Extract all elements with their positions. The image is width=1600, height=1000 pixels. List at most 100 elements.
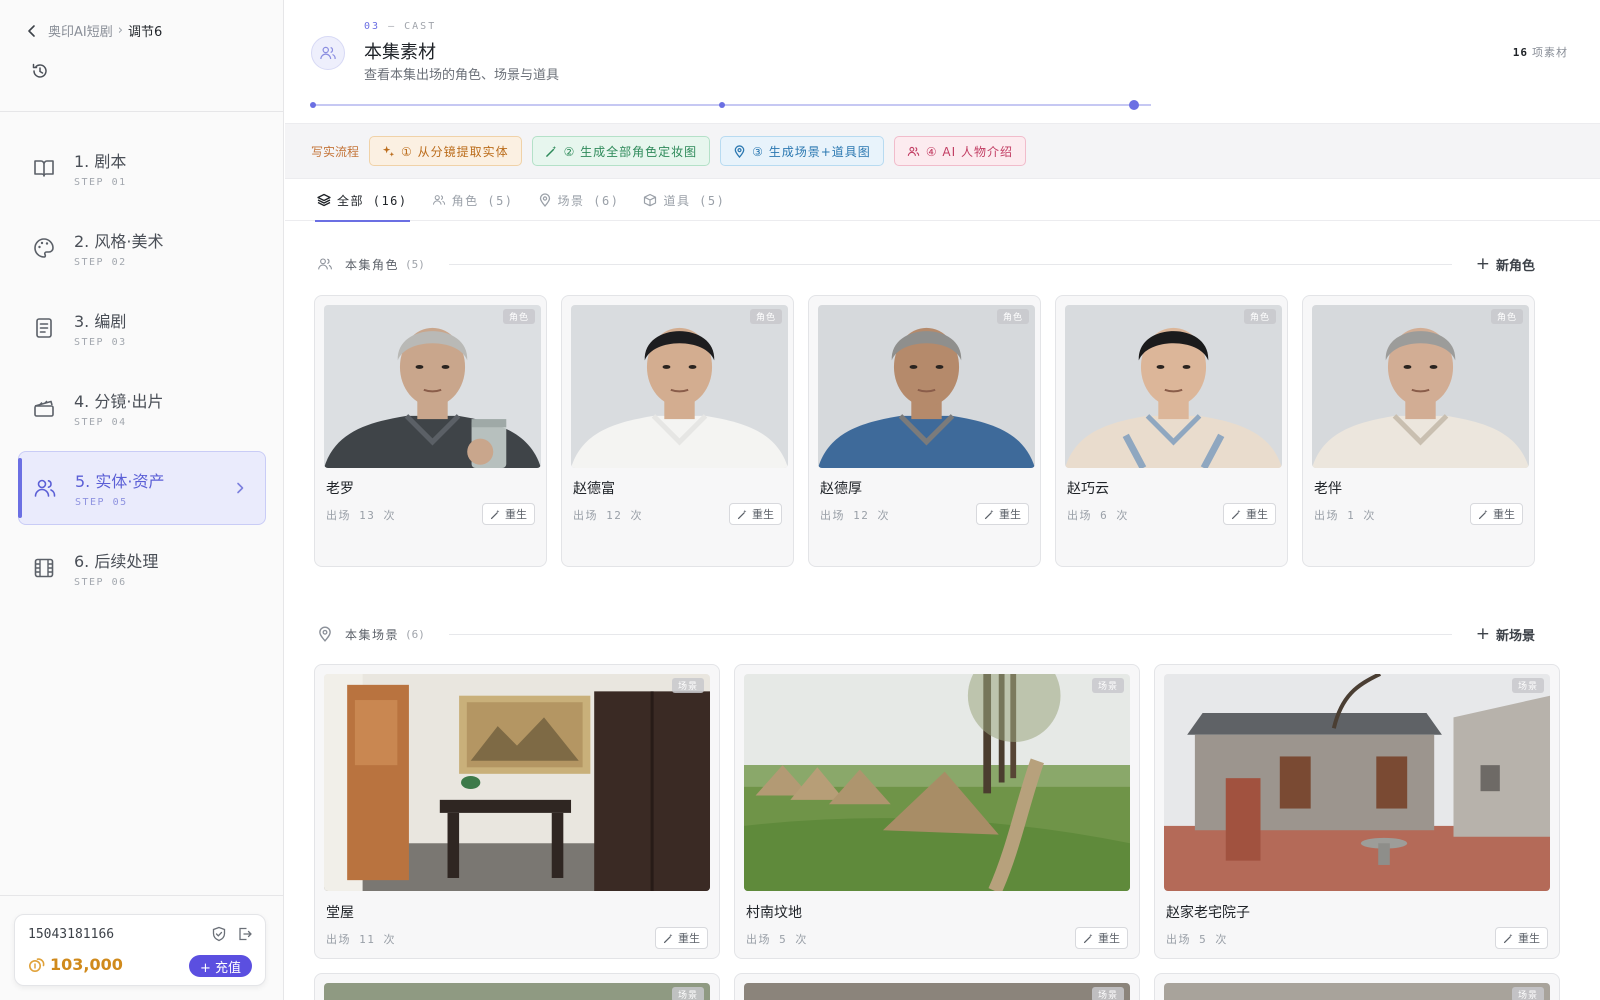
magic-wand-icon bbox=[663, 933, 674, 944]
add-scene-button[interactable]: + 新场景 bbox=[1476, 624, 1535, 644]
regenerate-button[interactable]: 重生 bbox=[1223, 503, 1276, 525]
scene-card[interactable]: 场景 堂屋 出场 11 次 重生 bbox=[314, 664, 720, 959]
progress-dot bbox=[310, 102, 316, 108]
step-style-art[interactable]: 2. 风格·美术 STEP 02 bbox=[18, 211, 266, 285]
page-subtitle: 查看本集出场的角色、场景与道具 bbox=[364, 68, 560, 83]
scene-card[interactable]: 场景 bbox=[1154, 973, 1560, 1000]
users-icon bbox=[33, 476, 57, 500]
character-card[interactable]: 角色 老罗 出场 13 次 重生 bbox=[314, 295, 547, 567]
regenerate-button[interactable]: 重生 bbox=[482, 503, 535, 525]
character-card[interactable]: 角色 赵德厚 出场 12 次 重生 bbox=[808, 295, 1041, 567]
step-title: 5. 实体·资产 bbox=[75, 472, 165, 491]
scene-card[interactable]: 场景 赵家老宅院子 出场 5 次 重生 bbox=[1154, 664, 1560, 959]
step-title: 4. 分镜·出片 bbox=[74, 392, 164, 411]
scene-card[interactable]: 场景 bbox=[734, 973, 1140, 1000]
regenerate-button[interactable]: 重生 bbox=[1470, 503, 1523, 525]
characters-section-header: 本集角色 (5) + 新角色 bbox=[317, 252, 1535, 276]
scene-card[interactable]: 场景 bbox=[314, 973, 720, 1000]
tab-props[interactable]: 道具 (5) bbox=[643, 179, 725, 221]
type-badge: 角色 bbox=[996, 309, 1029, 324]
character-card[interactable]: 角色 赵德富 出场 12 次 重生 bbox=[561, 295, 794, 567]
logout-icon[interactable] bbox=[237, 926, 253, 942]
character-portrait: 角色 bbox=[1065, 305, 1282, 468]
scene-card[interactable]: 场景 村南坟地 出场 5 次 重生 bbox=[734, 664, 1140, 959]
back-chevron-icon[interactable] bbox=[24, 23, 40, 39]
type-badge: 角色 bbox=[1243, 309, 1276, 324]
step-title: 2. 风格·美术 bbox=[74, 232, 164, 251]
chip-label: ③ 生成场景+道具图 bbox=[752, 144, 871, 159]
regenerate-label: 重生 bbox=[1518, 932, 1540, 945]
character-name: 赵德富 bbox=[573, 481, 615, 497]
regenerate-label: 重生 bbox=[999, 508, 1021, 521]
type-badge: 场景 bbox=[1511, 987, 1544, 1000]
sidebar: 奥印AI短剧 › 调节6 1. 剧本 STEP 01 2. 风格·美术 STEP 0… bbox=[0, 0, 284, 1000]
map-pin-icon bbox=[733, 144, 746, 158]
regenerate-button[interactable]: 重生 bbox=[729, 503, 782, 525]
header-kicker: 03 — CAST bbox=[364, 21, 436, 32]
section-title: 本集场景 bbox=[345, 627, 400, 642]
tab-characters[interactable]: 角色 (5) bbox=[432, 179, 514, 221]
tab-scenes[interactable]: 场景 (6) bbox=[538, 179, 620, 221]
step-entity-assets[interactable]: 5. 实体·资产 STEP 05 bbox=[18, 451, 266, 525]
appearance-count: 出场 6 次 bbox=[1067, 509, 1129, 522]
generate-scenes-props-button[interactable]: ③ 生成场景+道具图 bbox=[720, 136, 884, 166]
scene-image: 场景 bbox=[744, 983, 1130, 1000]
main-content: 03 — CAST 本集素材 查看本集出场的角色、场景与道具 16 项素材 写实流… bbox=[285, 0, 1600, 1000]
scene-image: 场景 bbox=[324, 674, 710, 891]
tab-label: 全部 (16) bbox=[337, 193, 408, 208]
ai-character-intro-button[interactable]: ④ AI 人物介绍 bbox=[893, 136, 1026, 166]
step-script[interactable]: 1. 剧本 STEP 01 bbox=[18, 131, 266, 205]
scene-image: 场景 bbox=[744, 674, 1130, 891]
recharge-button[interactable]: + 充值 bbox=[188, 955, 252, 977]
appearance-count: 出场 5 次 bbox=[1166, 933, 1228, 946]
magic-wand-icon bbox=[1231, 509, 1242, 520]
section-count: (5) bbox=[405, 257, 425, 271]
character-name: 赵德厚 bbox=[820, 481, 862, 497]
appearance-count: 出场 11 次 bbox=[326, 933, 396, 946]
appearance-count: 出场 5 次 bbox=[746, 933, 808, 946]
palette-icon bbox=[32, 236, 56, 260]
users-icon bbox=[432, 193, 446, 207]
scene-image: 场景 bbox=[1164, 983, 1550, 1000]
magic-wand-icon bbox=[1478, 509, 1489, 520]
chevron-right-icon bbox=[233, 480, 247, 494]
chip-label: ① 从分镜提取实体 bbox=[401, 144, 509, 159]
character-card[interactable]: 角色 赵巧云 出场 6 次 重生 bbox=[1055, 295, 1288, 567]
clapperboard-icon bbox=[32, 396, 56, 420]
workflow-label: 写实流程 bbox=[311, 144, 360, 159]
scene-image: 场景 bbox=[324, 983, 710, 1000]
step-code: STEP 05 bbox=[75, 497, 128, 508]
page-title: 本集素材 bbox=[364, 42, 436, 63]
regenerate-button[interactable]: 重生 bbox=[976, 503, 1029, 525]
asset-count: 16 项素材 bbox=[1513, 44, 1568, 60]
kicker-text: CAST bbox=[404, 21, 437, 32]
chip-label: ④ AI 人物介绍 bbox=[925, 144, 1013, 159]
regenerate-button[interactable]: 重生 bbox=[1495, 927, 1548, 949]
regenerate-button[interactable]: 重生 bbox=[1075, 927, 1128, 949]
magic-wand-icon bbox=[737, 509, 748, 520]
step-code: STEP 02 bbox=[74, 257, 127, 268]
tab-all[interactable]: 全部 (16) bbox=[315, 179, 410, 222]
step-storyboard[interactable]: 4. 分镜·出片 STEP 04 bbox=[18, 371, 266, 445]
regenerate-label: 重生 bbox=[752, 508, 774, 521]
character-card[interactable]: 角色 老伴 出场 1 次 重生 bbox=[1302, 295, 1535, 567]
magic-wand-icon bbox=[545, 145, 558, 158]
add-character-button[interactable]: + 新角色 bbox=[1476, 254, 1535, 274]
step-code: STEP 03 bbox=[74, 337, 127, 348]
regenerate-button[interactable]: 重生 bbox=[655, 927, 708, 949]
generate-character-portraits-button[interactable]: ② 生成全部角色定妆图 bbox=[531, 136, 711, 166]
shield-icon[interactable] bbox=[211, 926, 227, 942]
scene-name: 村南坟地 bbox=[746, 905, 802, 921]
extract-entities-button[interactable]: ① 从分镜提取实体 bbox=[369, 136, 522, 166]
type-badge: 场景 bbox=[671, 987, 704, 1000]
breadcrumb-root[interactable]: 奥印AI短剧 bbox=[48, 21, 113, 40]
step-list: 1. 剧本 STEP 01 2. 风格·美术 STEP 02 3. 编剧 STEP 0… bbox=[18, 131, 266, 611]
appearance-count: 出场 1 次 bbox=[1314, 509, 1376, 522]
character-portrait: 角色 bbox=[1312, 305, 1529, 468]
step-progress-bar bbox=[310, 100, 1151, 110]
step-post-processing[interactable]: 6. 后续处理 STEP 06 bbox=[18, 531, 266, 605]
step-screenwriting[interactable]: 3. 编剧 STEP 03 bbox=[18, 291, 266, 365]
step-title: 3. 编剧 bbox=[74, 312, 127, 331]
history-icon[interactable] bbox=[30, 61, 50, 81]
breadcrumb-separator: › bbox=[117, 23, 123, 38]
